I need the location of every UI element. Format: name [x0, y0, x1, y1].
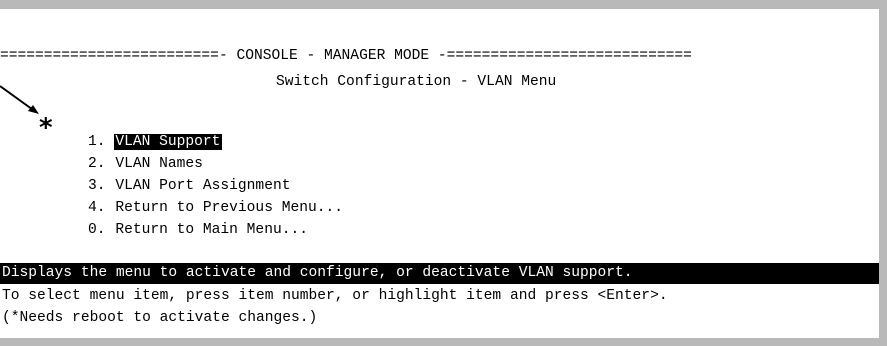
menu-item-number: 0. [88, 222, 115, 238]
reboot-note: (*Needs reboot to activate changes.) [2, 310, 318, 326]
menu-item-label: Return to Main Menu... [115, 222, 308, 238]
console-header: =========================- CONSOLE - MAN… [0, 48, 692, 64]
menu-item-return-previous[interactable]: 4. Return to Previous Menu... [53, 178, 345, 216]
menu-title: Switch Configuration - VLAN Menu [276, 74, 557, 90]
menu-item-vlan-names[interactable]: 2. VLAN Names [53, 134, 205, 172]
menu-item-vlan-port-assignment[interactable]: 3. VLAN Port Assignment [53, 156, 292, 194]
menu-item-vlan-support[interactable]: 1. VLAN Support [53, 112, 223, 150]
help-bar: Displays the menu to activate and config… [0, 263, 879, 284]
instruction-text: To select menu item, press item number, … [2, 288, 668, 304]
arrow-pointer-icon [0, 85, 39, 114]
console-screen: =========================- CONSOLE - MAN… [0, 9, 879, 338]
menu-item-return-main[interactable]: 0. Return to Main Menu... [53, 200, 310, 238]
